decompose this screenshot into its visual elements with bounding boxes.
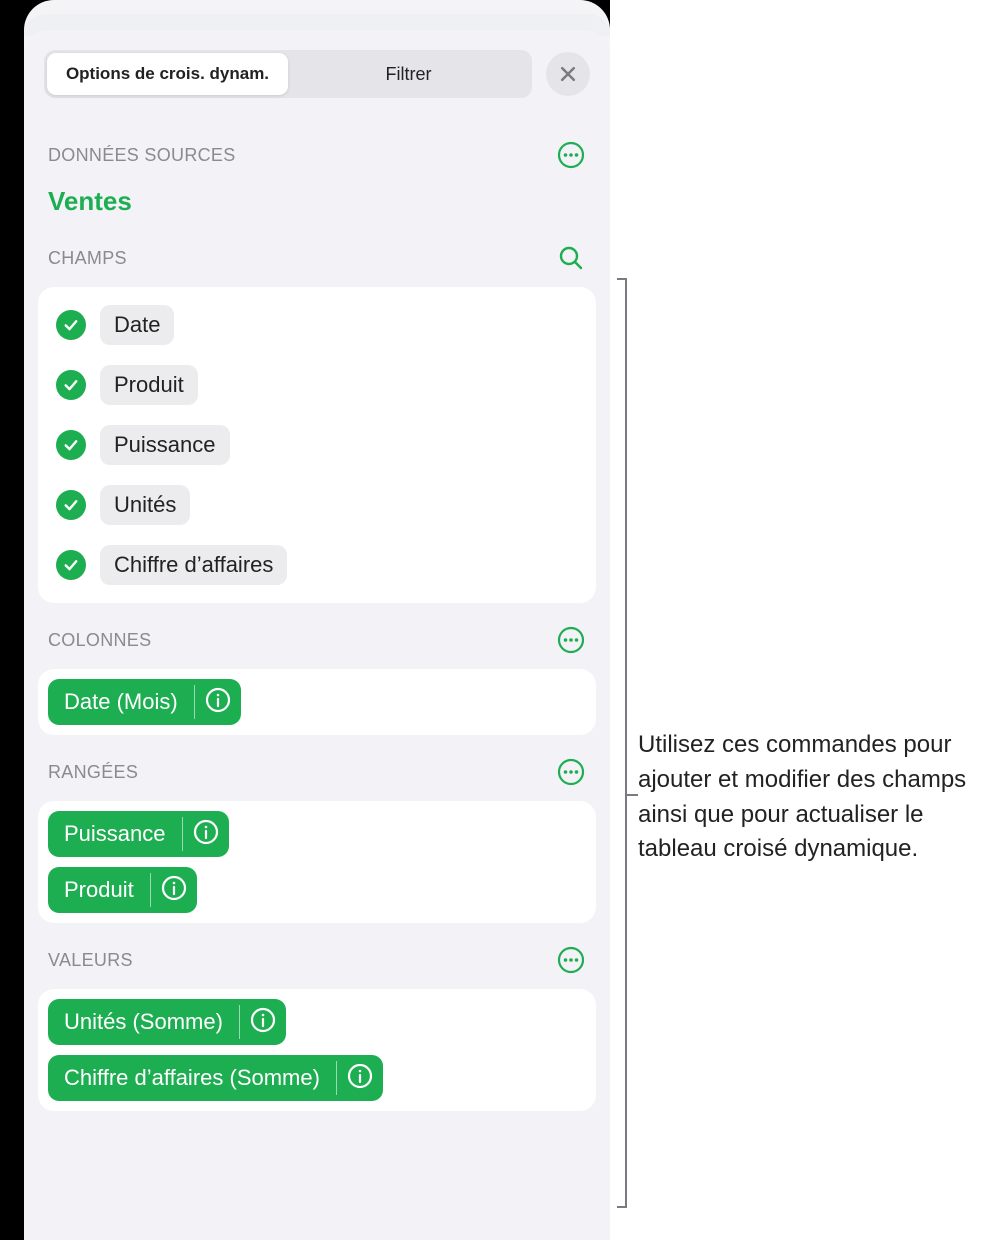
close-icon — [558, 64, 578, 84]
info-icon — [161, 875, 187, 906]
rows-more-button[interactable] — [556, 757, 586, 787]
columns-label: COLONNES — [48, 630, 151, 651]
check-icon — [56, 430, 86, 460]
tab-pivot-options[interactable]: Options de crois. dynam. — [47, 53, 288, 95]
more-icon — [557, 758, 585, 786]
tab-filter[interactable]: Filtrer — [288, 53, 529, 95]
field-row[interactable]: Date — [48, 295, 586, 355]
callout-bracket — [616, 278, 638, 1208]
pill-label: Chiffre d’affaires (Somme) — [48, 1055, 336, 1101]
pill-info-button[interactable] — [337, 1055, 383, 1101]
field-row[interactable]: Puissance — [48, 415, 586, 475]
source-table-name[interactable]: Ventes — [24, 176, 610, 221]
info-icon — [193, 819, 219, 850]
callout-text: Utilisez ces commandes pour ajouter et m… — [638, 728, 988, 867]
more-icon — [557, 946, 585, 974]
pivot-options-panel: Options de crois. dynam. Filtrer DONNÉES… — [24, 0, 610, 1240]
rows-label: RANGÉES — [48, 762, 138, 783]
fields-list: Date Produit Puissance Unités Chiffre d’affa… — [38, 287, 596, 603]
check-icon — [56, 490, 86, 520]
info-icon — [347, 1063, 373, 1094]
pill-info-button[interactable] — [151, 867, 197, 913]
fields-search-button[interactable] — [556, 243, 586, 273]
field-chip[interactable]: Produit — [100, 365, 198, 405]
field-row[interactable]: Produit — [48, 355, 586, 415]
pill-info-button[interactable] — [195, 679, 241, 725]
close-button[interactable] — [546, 52, 590, 96]
field-pill[interactable]: Unités (Somme) — [48, 999, 286, 1045]
fields-label: CHAMPS — [48, 248, 127, 269]
pill-label: Puissance — [48, 811, 182, 857]
check-icon — [56, 310, 86, 340]
field-chip[interactable]: Puissance — [100, 425, 230, 465]
field-row[interactable]: Chiffre d’affaires — [48, 535, 586, 595]
rows-zone[interactable]: Puissance Produit — [38, 801, 596, 923]
info-icon — [205, 687, 231, 718]
values-label: VALEURS — [48, 950, 133, 971]
info-icon — [250, 1007, 276, 1038]
field-row[interactable]: Unités — [48, 475, 586, 535]
search-icon — [557, 244, 585, 272]
more-icon — [557, 626, 585, 654]
pill-label: Unités (Somme) — [48, 999, 239, 1045]
field-pill[interactable]: Chiffre d’affaires (Somme) — [48, 1055, 383, 1101]
source-data-label: DONNÉES SOURCES — [48, 145, 236, 166]
check-icon — [56, 550, 86, 580]
field-chip[interactable]: Date — [100, 305, 174, 345]
pill-info-button[interactable] — [240, 999, 286, 1045]
source-data-more-button[interactable] — [556, 140, 586, 170]
columns-more-button[interactable] — [556, 625, 586, 655]
values-zone[interactable]: Unités (Somme) Chiffre d’affaires (Somme) — [38, 989, 596, 1111]
field-pill[interactable]: Date (Mois) — [48, 679, 241, 725]
field-pill[interactable]: Puissance — [48, 811, 229, 857]
field-chip[interactable]: Chiffre d’affaires — [100, 545, 287, 585]
columns-zone[interactable]: Date (Mois) — [38, 669, 596, 735]
pill-info-button[interactable] — [183, 811, 229, 857]
check-icon — [56, 370, 86, 400]
field-pill[interactable]: Produit — [48, 867, 197, 913]
pill-label: Produit — [48, 867, 150, 913]
values-more-button[interactable] — [556, 945, 586, 975]
pill-label: Date (Mois) — [48, 679, 194, 725]
field-chip[interactable]: Unités — [100, 485, 190, 525]
segmented-control: Options de crois. dynam. Filtrer — [44, 50, 532, 98]
more-icon — [557, 141, 585, 169]
